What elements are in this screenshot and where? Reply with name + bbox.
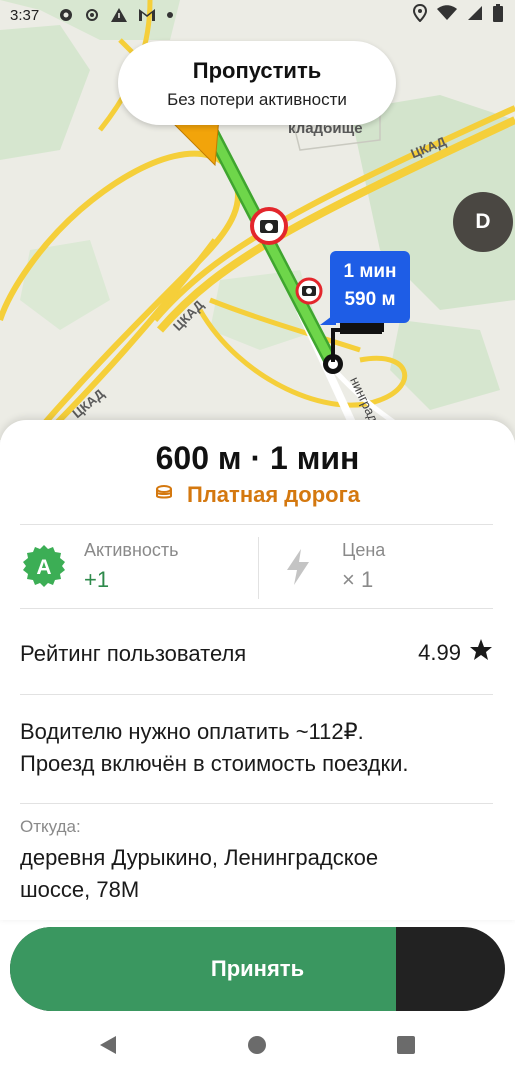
accept-button[interactable]: Принять xyxy=(10,927,505,1011)
toll-road-row: Платная дорога xyxy=(0,482,515,508)
divider xyxy=(20,694,493,695)
skip-title: Пропустить xyxy=(192,58,322,83)
status-bar: 3:37 xyxy=(0,0,515,30)
divider xyxy=(20,524,493,525)
rating-label: Рейтинг пользователя xyxy=(20,641,247,666)
note-line-1: Водителю нужно оплатить ~112₽. xyxy=(20,719,364,744)
gmail-icon xyxy=(138,8,156,22)
user-avatar-button[interactable]: D xyxy=(453,192,513,252)
warning-icon xyxy=(110,7,128,23)
note-line-2: Проезд включён в стоимость поездки. xyxy=(20,751,409,776)
origin-address: деревня Дурыкино, Ленинградское шоссе, 7… xyxy=(20,842,490,906)
divider xyxy=(20,803,493,804)
home-icon[interactable] xyxy=(246,1034,268,1061)
activity-badge-icon: A xyxy=(22,544,66,593)
route-eta-distance: 590 м xyxy=(344,289,396,310)
location-target-icon xyxy=(84,7,100,23)
battery-icon xyxy=(493,4,503,26)
origin-address-line-2: шоссе, 78М xyxy=(20,877,140,902)
route-eta-time: 1 мин xyxy=(343,261,397,282)
trip-distance-time: 600 м · 1 мин xyxy=(155,440,360,476)
vertical-divider xyxy=(258,537,259,599)
lightning-icon xyxy=(284,548,312,591)
price-multiplier: × 1 xyxy=(342,567,374,592)
coins-icon xyxy=(155,482,177,508)
skip-subtitle: Без потери активности xyxy=(167,90,347,109)
gear-icon xyxy=(58,7,74,23)
wifi-icon xyxy=(437,5,457,25)
activity-value: +1 xyxy=(84,567,110,592)
activity-label: Активность xyxy=(84,540,179,560)
rating-value-row: 4.99 xyxy=(418,638,493,668)
dot-icon xyxy=(166,11,174,19)
star-icon xyxy=(469,638,493,668)
origin-label: Откуда: xyxy=(20,817,81,836)
route-eta-bubble: 1 мин 590 м xyxy=(320,251,410,325)
order-sheet: 600 м · 1 мин Платная дорога A Активност… xyxy=(0,420,515,920)
back-icon[interactable] xyxy=(97,1034,119,1061)
toll-road-label: Платная дорога xyxy=(187,482,360,507)
avatar-initial: D xyxy=(475,210,491,233)
signal-icon xyxy=(467,5,483,25)
system-navigation-bar xyxy=(0,1020,515,1080)
origin-address-line-1: деревня Дурыкино, Ленинградское xyxy=(20,845,379,870)
svg-text:A: A xyxy=(36,556,51,579)
rating-value: 4.99 xyxy=(418,640,461,665)
divider xyxy=(20,608,493,609)
recents-icon[interactable] xyxy=(395,1034,417,1061)
skip-button[interactable]: Пропустить Без потери активности xyxy=(118,41,396,125)
toll-payment-note: Водителю нужно оплатить ~112₽. Проезд вк… xyxy=(20,716,409,780)
price-label: Цена xyxy=(342,540,386,560)
accept-label: Принять xyxy=(210,956,305,981)
location-pin-icon xyxy=(412,3,428,26)
status-time: 3:37 xyxy=(10,6,40,24)
